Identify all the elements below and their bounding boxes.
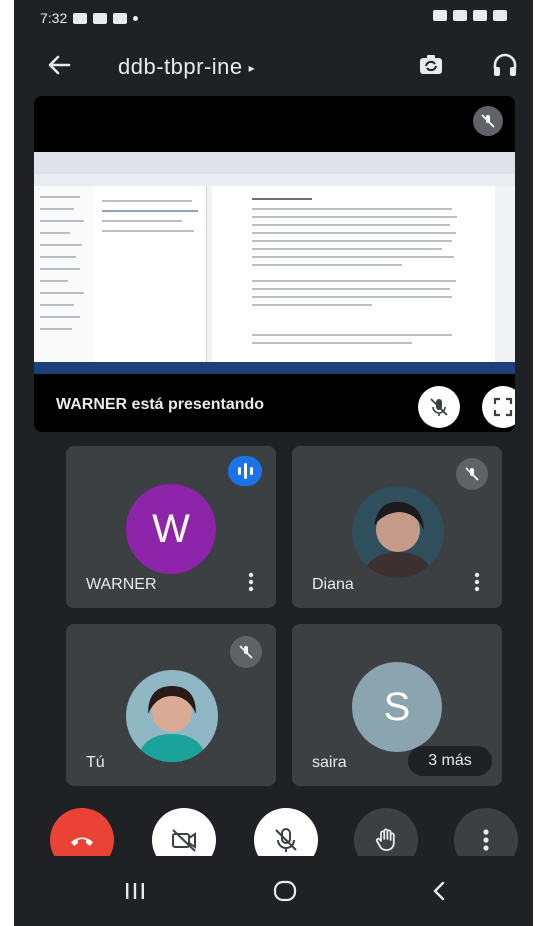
muted-badge xyxy=(230,636,262,668)
shared-ribbon xyxy=(34,152,515,174)
avatar-saira: S xyxy=(352,662,442,752)
phone-screen: 7:32 ddb-tbpr-ine ▸ WARNER está presenta… xyxy=(14,0,533,926)
participant-name: Diana xyxy=(312,576,354,593)
muted-badge xyxy=(456,458,488,490)
signal-icon xyxy=(473,10,487,21)
shared-file-list xyxy=(94,186,207,362)
meeting-header: ddb-tbpr-ine ▸ xyxy=(14,42,533,88)
back-nav-button[interactable] xyxy=(424,878,454,904)
headphones-icon xyxy=(493,53,517,76)
shared-nav-pane xyxy=(34,186,95,362)
more-participants-button[interactable]: 3 más xyxy=(408,746,492,776)
caret-right-icon: ▸ xyxy=(248,61,256,76)
participant-name: WARNER xyxy=(86,576,157,593)
mic-off-icon xyxy=(481,114,495,128)
avatar-initial: W xyxy=(152,506,190,551)
participant-menu-button[interactable] xyxy=(248,572,254,592)
fullscreen-icon xyxy=(493,397,513,417)
mic-off-icon xyxy=(465,467,479,481)
status-time: 7:32 xyxy=(40,10,68,26)
mic-off-icon xyxy=(275,828,297,852)
shared-document xyxy=(212,186,495,362)
shared-toolbar xyxy=(34,174,515,186)
profile-photo-icon xyxy=(352,486,444,578)
avatar-warner: W xyxy=(126,484,216,574)
more-vert-icon xyxy=(248,572,254,592)
avatar-self xyxy=(126,670,218,762)
presentation-mute-button[interactable] xyxy=(418,386,460,428)
android-nav-bar xyxy=(14,856,533,926)
battery-icon xyxy=(493,10,507,21)
cloud-icon xyxy=(113,12,128,24)
fullscreen-button[interactable] xyxy=(482,386,515,428)
videocam-off-icon xyxy=(172,829,196,852)
audio-output-button[interactable] xyxy=(490,50,520,80)
participant-menu-button[interactable] xyxy=(474,572,480,592)
recents-button[interactable] xyxy=(120,878,150,904)
call-end-icon xyxy=(71,837,93,846)
recents-icon xyxy=(126,883,144,899)
avatar-initial: S xyxy=(383,684,411,729)
presentation-mute-badge xyxy=(473,106,503,136)
participant-tile-self[interactable]: Tú xyxy=(66,624,276,786)
meeting-code: ddb-tbpr-ine xyxy=(118,54,243,79)
avatar-diana xyxy=(352,486,444,578)
participant-name: saira xyxy=(312,754,347,771)
participant-name: Tú xyxy=(86,754,105,771)
wifi-icon xyxy=(453,10,467,21)
presentation-tile[interactable]: WARNER está presentando xyxy=(34,96,515,432)
switch-camera-icon xyxy=(420,55,442,74)
profile-photo-icon xyxy=(126,670,218,762)
shared-screen xyxy=(34,152,515,374)
meeting-code-button[interactable]: ddb-tbpr-ine ▸ xyxy=(118,54,255,80)
more-vert-icon xyxy=(474,572,480,592)
notification-dot-icon xyxy=(133,15,139,21)
participant-tile-diana[interactable]: Diana xyxy=(292,446,502,608)
switch-camera-button[interactable] xyxy=(416,50,446,80)
shared-taskbar xyxy=(34,362,515,374)
speaking-indicator xyxy=(228,456,262,486)
gallery-icon xyxy=(73,12,88,24)
presenter-label: WARNER está presentando xyxy=(56,396,265,413)
mic-off-icon xyxy=(430,398,448,416)
chevron-left-icon xyxy=(433,881,445,901)
mute-status-icon xyxy=(433,10,447,21)
participant-tile-saira[interactable]: S saira 3 más xyxy=(292,624,502,786)
mic-off-icon xyxy=(239,645,253,659)
more-vert-icon xyxy=(483,829,489,851)
status-bar: 7:32 xyxy=(14,0,533,38)
grid-icon xyxy=(93,12,108,24)
hand-raise-icon xyxy=(375,828,395,851)
home-icon xyxy=(273,880,297,902)
home-button[interactable] xyxy=(270,878,300,904)
participant-tile-warner[interactable]: W WARNER xyxy=(66,446,276,608)
arrow-left-icon xyxy=(48,55,71,75)
back-button[interactable] xyxy=(44,50,74,80)
